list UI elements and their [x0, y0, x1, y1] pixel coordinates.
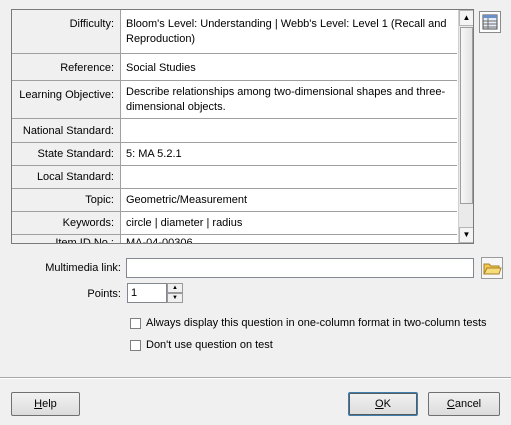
grid-row-reference[interactable]: Reference: Social Studies	[12, 54, 457, 81]
grid-row-keywords[interactable]: Keywords: circle | diameter | radius	[12, 212, 457, 235]
grid-vertical-scrollbar[interactable]: ▲ ▼	[458, 10, 473, 243]
grid-row-label: Learning Objective:	[12, 81, 121, 118]
grid-row-label: Item ID No.:	[12, 235, 121, 243]
spin-up-arrow-icon[interactable]: ▲	[167, 283, 183, 293]
grid-row-value[interactable]	[126, 166, 453, 173]
one-column-checkbox-label[interactable]: Always display this question in one-colu…	[146, 317, 487, 329]
grid-row-value[interactable]: circle | diameter | radius	[126, 212, 453, 231]
spin-down-arrow-icon[interactable]: ▼	[167, 293, 183, 303]
grid-row-learning-objective[interactable]: Learning Objective: Describe relationshi…	[12, 81, 457, 119]
ok-button-mnemonic: O	[375, 398, 384, 410]
help-button[interactable]: Help	[11, 392, 80, 416]
points-input[interactable]	[127, 283, 167, 303]
help-button-mnemonic: H	[34, 398, 43, 410]
grid-row-value[interactable]: Social Studies	[126, 54, 453, 76]
grid-row-national-standard[interactable]: National Standard:	[12, 119, 457, 143]
scroll-thumb[interactable]	[460, 27, 473, 204]
folder-icon[interactable]	[481, 257, 503, 279]
scroll-up-arrow-icon[interactable]: ▲	[459, 10, 473, 26]
grid-row-state-standard[interactable]: State Standard: 5: MA 5.2.1	[12, 143, 457, 166]
help-button-label: elp	[42, 398, 57, 410]
ok-button[interactable]: OK	[348, 392, 418, 416]
scroll-down-arrow-icon[interactable]: ▼	[459, 227, 473, 243]
dont-use-checkbox-label[interactable]: Don't use question on test	[146, 339, 273, 351]
multimedia-link-label: Multimedia link:	[45, 262, 121, 274]
grid-row-label: Local Standard:	[12, 166, 121, 188]
grid-row-label: Keywords:	[12, 212, 121, 234]
grid-row-label: National Standard:	[12, 119, 121, 142]
grid-row-value[interactable]: MA-04-00306	[126, 235, 453, 243]
cancel-button-mnemonic: C	[446, 398, 455, 410]
properties-grid[interactable]: Difficulty: Bloom's Level: Understanding…	[11, 9, 474, 244]
grid-row-label: Reference:	[12, 54, 121, 80]
points-label: Points:	[87, 288, 121, 300]
grid-row-value[interactable]	[126, 119, 453, 126]
grid-row-difficulty[interactable]: Difficulty: Bloom's Level: Understanding…	[12, 10, 457, 54]
grid-row-item-id[interactable]: Item ID No.: MA-04-00306	[12, 235, 457, 243]
grid-properties-icon[interactable]	[479, 11, 501, 33]
footer-separator	[0, 377, 511, 379]
dont-use-checkbox[interactable]	[130, 340, 141, 351]
one-column-checkbox[interactable]	[130, 318, 141, 329]
grid-row-topic[interactable]: Topic: Geometric/Measurement	[12, 189, 457, 212]
grid-row-local-standard[interactable]: Local Standard:	[12, 166, 457, 189]
grid-row-value[interactable]: Describe relationships among two-dimensi…	[126, 81, 453, 115]
grid-row-label: Difficulty:	[12, 10, 121, 53]
cancel-button[interactable]: Cancel	[428, 392, 500, 416]
grid-row-value[interactable]: Geometric/Measurement	[126, 189, 453, 208]
grid-row-value[interactable]: 5: MA 5.2.1	[126, 143, 453, 162]
cancel-button-label: ancel	[454, 398, 482, 410]
multimedia-link-input[interactable]	[126, 258, 474, 278]
points-stepper[interactable]: ▲ ▼	[167, 283, 183, 303]
ok-button-label: K	[383, 398, 391, 410]
grid-row-label: State Standard:	[12, 143, 121, 165]
grid-row-value[interactable]: Bloom's Level: Understanding | Webb's Le…	[126, 10, 453, 47]
grid-row-label: Topic:	[12, 189, 121, 211]
